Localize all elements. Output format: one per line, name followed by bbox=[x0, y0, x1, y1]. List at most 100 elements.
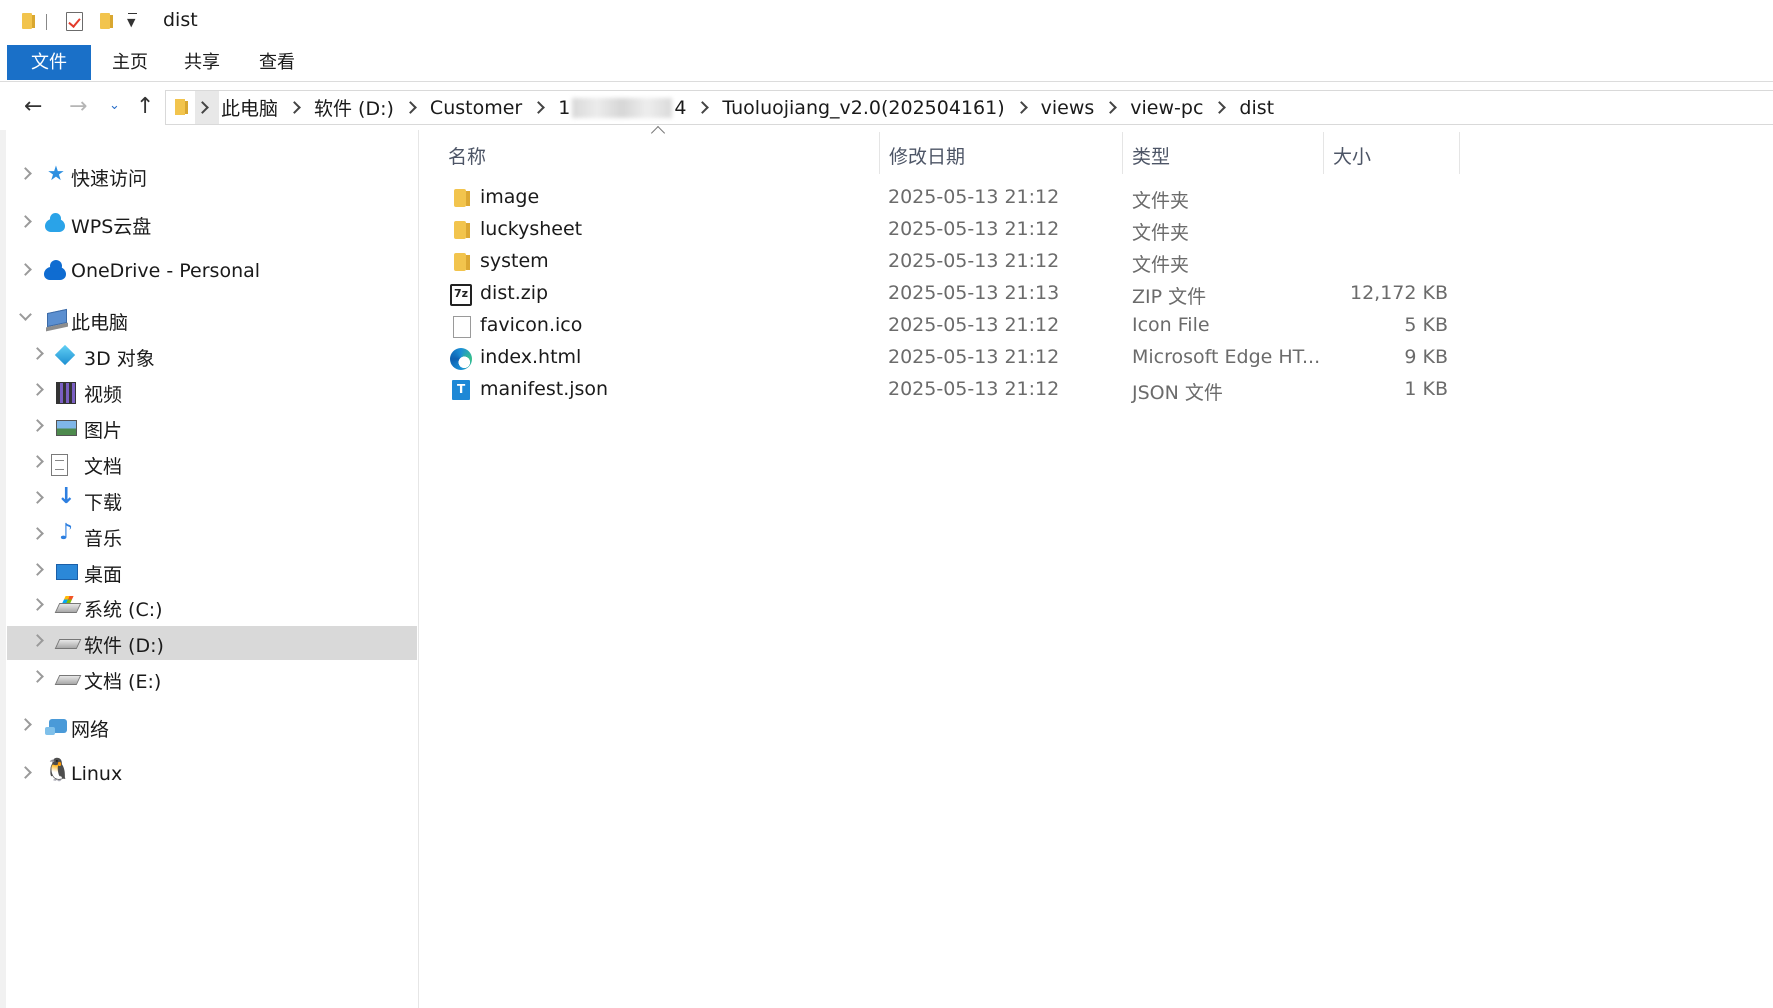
file-row[interactable]: index.html 2025-05-13 21:12 Microsoft Ed… bbox=[440, 343, 1460, 373]
forward-arrow-icon[interactable]: → bbox=[69, 94, 87, 119]
json-file-icon bbox=[452, 380, 470, 400]
file-type: ZIP 文件 bbox=[1132, 286, 1207, 308]
column-header: 名称 修改日期 类型 大小 bbox=[420, 132, 1460, 174]
wps-cloud-icon bbox=[45, 213, 65, 232]
tab-view[interactable]: 查看 bbox=[245, 45, 309, 80]
nav-item-linux[interactable]: 🐧 Linux bbox=[7, 758, 417, 792]
address-folder-icon bbox=[175, 99, 188, 115]
chevron-right-icon[interactable] bbox=[288, 101, 301, 114]
file-row[interactable]: dist.zip 2025-05-13 21:13 ZIP 文件 12,172 … bbox=[440, 279, 1460, 309]
nav-item-desktop[interactable]: 桌面 bbox=[7, 555, 417, 589]
file-name: luckysheet bbox=[480, 218, 583, 240]
up-arrow-icon[interactable]: ↑ bbox=[136, 94, 154, 119]
nav-item-music[interactable]: ♪ 音乐 bbox=[7, 519, 417, 553]
tab-home[interactable]: 主页 bbox=[98, 45, 162, 80]
properties-check-icon[interactable] bbox=[66, 12, 83, 31]
recent-locations-chevron-icon[interactable]: ⌄ bbox=[109, 98, 120, 113]
column-divider[interactable] bbox=[879, 132, 880, 174]
nav-item-3d-objects[interactable]: 3D 对象 bbox=[7, 339, 417, 373]
folder-icon bbox=[22, 13, 35, 29]
onedrive-icon bbox=[44, 260, 66, 280]
column-name[interactable]: 名称 bbox=[448, 142, 486, 169]
chevron-right-icon[interactable] bbox=[404, 101, 417, 114]
this-pc-icon bbox=[47, 308, 67, 328]
customize-toolbar-dropdown-icon[interactable]: ▼ bbox=[127, 13, 138, 29]
file-type: Icon File bbox=[1132, 314, 1210, 336]
chevron-right-icon[interactable] bbox=[1104, 101, 1118, 114]
window-title: dist bbox=[163, 9, 198, 31]
tab-share[interactable]: 共享 bbox=[170, 45, 234, 80]
file-type: 文件夹 bbox=[1132, 190, 1190, 212]
file-name: favicon.ico bbox=[480, 314, 583, 336]
crumb-redacted-end: 4 bbox=[674, 96, 687, 119]
crumb-project[interactable]: Tuoluojiang_v2.0(202504161) bbox=[722, 97, 1004, 119]
breadcrumb: 此电脑 软件 (D:) Customer 14 Tuoluojiang_v2.0… bbox=[221, 91, 1274, 124]
file-date: 2025-05-13 21:12 bbox=[888, 314, 1060, 336]
quick-access-separator bbox=[46, 14, 47, 30]
crumb-drive-d[interactable]: 软件 (D:) bbox=[314, 94, 394, 121]
chevron-right-icon[interactable] bbox=[696, 101, 710, 114]
column-divider[interactable] bbox=[1459, 132, 1460, 174]
drive-e-icon bbox=[54, 675, 82, 685]
file-date: 2025-05-13 21:12 bbox=[888, 346, 1060, 368]
nav-item-drive-e[interactable]: 文档 (E:) bbox=[7, 662, 417, 696]
file-row[interactable]: system 2025-05-13 21:12 文件夹 bbox=[440, 247, 1460, 277]
file-type: 文件夹 bbox=[1132, 254, 1190, 276]
crumb-this-pc[interactable]: 此电脑 bbox=[221, 94, 278, 121]
nav-item-drive-c[interactable]: 系统 (C:) bbox=[7, 590, 417, 624]
address-bar[interactable]: 此电脑 软件 (D:) Customer 14 Tuoluojiang_v2.0… bbox=[165, 90, 1773, 125]
nav-item-onedrive[interactable]: OneDrive - Personal bbox=[7, 255, 417, 289]
nav-item-wps-cloud[interactable]: WPS云盘 bbox=[7, 207, 417, 241]
desktop-icon bbox=[56, 564, 78, 580]
file-name: index.html bbox=[480, 346, 582, 368]
nav-item-drive-d[interactable]: 软件 (D:) bbox=[7, 626, 417, 660]
file-size: 12,172 KB bbox=[1349, 282, 1448, 304]
folder-icon bbox=[454, 221, 470, 239]
address-root-chevron[interactable] bbox=[195, 91, 219, 124]
file-date: 2025-05-13 21:13 bbox=[888, 282, 1060, 304]
column-date[interactable]: 修改日期 bbox=[889, 142, 965, 169]
crumb-customer[interactable]: Customer bbox=[430, 97, 522, 119]
column-divider[interactable] bbox=[1122, 132, 1123, 174]
nav-item-quick-access[interactable]: ★ 快速访问 bbox=[7, 159, 417, 193]
file-date: 2025-05-13 21:12 bbox=[888, 250, 1060, 272]
video-icon bbox=[56, 382, 76, 404]
chevron-right-icon[interactable] bbox=[532, 101, 546, 114]
redacted-blur bbox=[572, 98, 673, 118]
back-arrow-icon[interactable]: ← bbox=[24, 94, 42, 119]
nav-item-videos[interactable]: 视频 bbox=[7, 375, 417, 409]
documents-icon bbox=[51, 454, 68, 476]
crumb-view-pc[interactable]: view-pc bbox=[1130, 97, 1203, 119]
file-date: 2025-05-13 21:12 bbox=[888, 186, 1060, 208]
file-name: manifest.json bbox=[480, 378, 609, 400]
file-name: image bbox=[480, 186, 540, 208]
column-size[interactable]: 大小 bbox=[1333, 142, 1371, 169]
nav-item-network[interactable]: 网络 bbox=[7, 710, 417, 744]
nav-item-downloads[interactable]: ↓ 下载 bbox=[7, 483, 417, 517]
nav-item-documents[interactable]: 文档 bbox=[7, 447, 417, 481]
crumb-redacted-folder[interactable]: 14 bbox=[558, 97, 686, 119]
column-divider[interactable] bbox=[1323, 132, 1324, 174]
column-type[interactable]: 类型 bbox=[1132, 142, 1170, 169]
crumb-dist[interactable]: dist bbox=[1239, 97, 1274, 119]
nav-item-this-pc[interactable]: 此电脑 bbox=[7, 303, 417, 337]
tab-file[interactable]: 文件 bbox=[7, 45, 91, 80]
chevron-right-icon[interactable] bbox=[1213, 101, 1227, 114]
3d-objects-icon bbox=[54, 344, 76, 366]
file-name: system bbox=[480, 250, 549, 272]
nav-item-pictures[interactable]: 图片 bbox=[7, 411, 417, 445]
chevron-right-icon[interactable] bbox=[1014, 101, 1028, 114]
drive-d-icon bbox=[54, 639, 82, 649]
file-row[interactable]: manifest.json 2025-05-13 21:12 JSON 文件 1… bbox=[440, 375, 1460, 405]
downloads-icon: ↓ bbox=[57, 484, 76, 509]
crumb-views[interactable]: views bbox=[1041, 97, 1095, 119]
file-row[interactable]: favicon.ico 2025-05-13 21:12 Icon File 5… bbox=[440, 311, 1460, 341]
title-bar: ▼ dist bbox=[0, 0, 1773, 40]
file-date: 2025-05-13 21:12 bbox=[888, 378, 1060, 400]
file-row[interactable]: image 2025-05-13 21:12 文件夹 bbox=[440, 183, 1460, 213]
new-folder-icon[interactable] bbox=[100, 13, 113, 29]
file-date: 2025-05-13 21:12 bbox=[888, 218, 1060, 240]
file-row[interactable]: luckysheet 2025-05-13 21:12 文件夹 bbox=[440, 215, 1460, 245]
pictures-icon bbox=[56, 420, 77, 436]
crumb-redacted-start: 1 bbox=[558, 96, 571, 119]
